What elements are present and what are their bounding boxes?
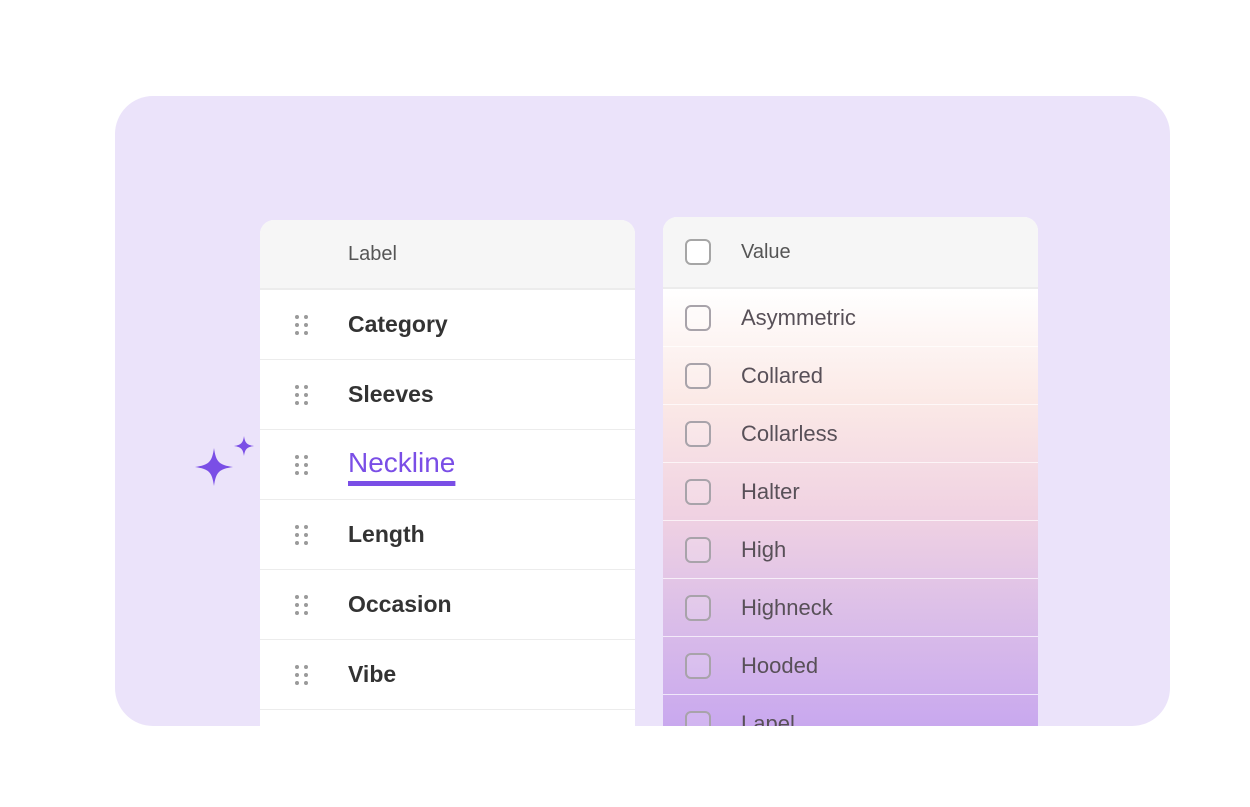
label-text: Vibe: [348, 661, 397, 687]
value-row[interactable]: Lapel: [663, 695, 1038, 726]
select-all-checkbox[interactable]: [685, 239, 711, 265]
value-row[interactable]: Collared: [663, 347, 1038, 405]
label-text: Neckline: [348, 446, 456, 478]
value-checkbox[interactable]: [685, 478, 711, 505]
value-checkbox[interactable]: [685, 652, 711, 679]
label-row[interactable]: Occasion: [260, 570, 635, 640]
drag-handle-icon[interactable]: [295, 384, 309, 405]
drag-handle-icon[interactable]: [295, 314, 309, 335]
label-text: Sleeves: [348, 381, 434, 407]
value-row[interactable]: Collarless: [663, 405, 1038, 463]
label-row[interactable]: Category: [260, 290, 635, 360]
label-table: Label Category Sleeves Neckline Length Occas…: [260, 220, 635, 726]
label-text: Category: [348, 311, 448, 337]
label-rows: Category Sleeves Neckline Length Occasion Vib…: [260, 290, 635, 710]
value-checkbox[interactable]: [685, 362, 711, 389]
value-text: Highneck: [741, 594, 833, 620]
value-checkbox[interactable]: [685, 594, 711, 621]
drag-handle-icon[interactable]: [295, 664, 309, 685]
value-checkbox[interactable]: [685, 536, 711, 563]
value-text: Asymmetric: [741, 304, 856, 330]
value-row[interactable]: High: [663, 521, 1038, 579]
value-checkbox[interactable]: [685, 304, 711, 331]
label-text: Occasion: [348, 591, 452, 617]
value-column-header: Value: [741, 240, 791, 263]
illustration-stage: Label Category Sleeves Neckline Length Occas…: [115, 96, 1170, 726]
value-text: High: [741, 536, 787, 562]
drag-handle-icon[interactable]: [295, 454, 309, 475]
label-row[interactable]: Sleeves: [260, 360, 635, 430]
value-checkbox[interactable]: [685, 710, 711, 726]
value-row[interactable]: Highneck: [663, 579, 1038, 637]
sparkle-icon: [195, 436, 254, 486]
label-row[interactable]: Vibe: [260, 640, 635, 710]
value-text: Hooded: [741, 652, 819, 678]
drag-handle-icon[interactable]: [295, 594, 309, 615]
value-checkbox[interactable]: [685, 420, 711, 447]
value-row[interactable]: Halter: [663, 463, 1038, 521]
value-text: Halter: [741, 478, 800, 504]
drag-handle-icon[interactable]: [295, 524, 309, 545]
value-row[interactable]: Asymmetric: [663, 289, 1038, 347]
value-text: Collared: [741, 362, 823, 388]
value-table: Value Asymmetric Collared Collarless Halter…: [663, 217, 1038, 726]
value-text: Lapel: [741, 710, 795, 727]
label-column-header: Label: [348, 242, 397, 265]
label-table-header: Label: [260, 220, 635, 290]
value-rows: Asymmetric Collared Collarless Halter High Hi…: [663, 289, 1038, 726]
value-table-header: Value: [663, 217, 1038, 289]
value-row[interactable]: Hooded: [663, 637, 1038, 695]
label-text: Length: [348, 521, 425, 547]
value-text: Collarless: [741, 420, 838, 446]
label-row[interactable]: Length: [260, 500, 635, 570]
label-row[interactable]: Neckline: [260, 430, 635, 500]
